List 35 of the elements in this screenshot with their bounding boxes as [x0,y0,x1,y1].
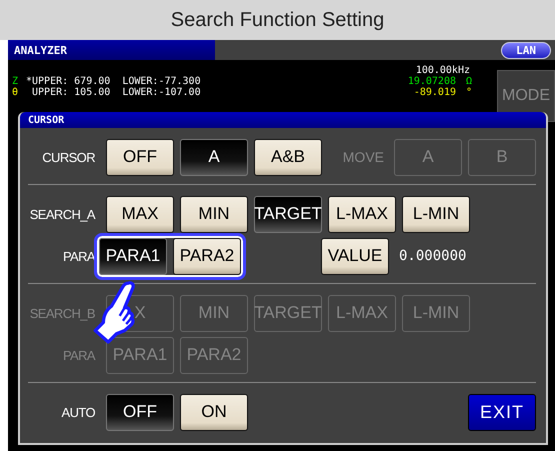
limit-values: *UPPER: 679.00 LOWER:-77.300 [26,76,201,87]
option-button[interactable]: A&B [254,138,322,176]
option-button[interactable]: PARA2 [173,238,241,274]
screen-title: ANALYZER [8,40,215,60]
measured-value: 19.07208 [406,76,456,87]
option-button[interactable]: L-MAX [328,196,396,232]
row-label: SEARCH_A [28,206,95,222]
value-button[interactable]: VALUE [321,238,389,274]
unit-label: ° [464,87,474,98]
option-button[interactable]: MAX [106,196,174,232]
option-button[interactable]: L-MIN [402,196,470,232]
option-button[interactable]: ON [180,394,248,430]
option-button[interactable]: TARGET [254,196,322,232]
option-button[interactable]: OFF [106,394,174,430]
row-label: CURSOR [41,150,95,164]
row-label: SEARCH_B [28,306,95,320]
value-text: 0.000000 [399,248,466,264]
row-label: PARA [62,348,95,362]
exit-button[interactable]: EXIT [468,394,536,430]
move-label: MOVE [342,149,384,165]
frequency-reading: 100.00kHz [414,65,471,76]
parameter-symbol: Z [12,76,20,87]
page-title: Search Function Setting [170,8,384,32]
row-label: PARA [62,248,95,264]
option-button[interactable]: PARA1 [99,238,167,274]
limit-values: UPPER: 105.00 LOWER:-107.00 [31,87,201,98]
unit-label: Ω [464,76,474,87]
lan-indicator: LAN [501,42,551,58]
row-label: AUTO [60,404,95,420]
dialog-title: CURSOR [20,112,546,128]
option-button[interactable]: MIN [180,196,248,232]
option-button[interactable]: OFF [106,138,174,176]
measured-value: -89.019 [412,87,456,98]
parameter-symbol: θ [12,87,20,98]
option-button[interactable]: A [180,138,248,176]
